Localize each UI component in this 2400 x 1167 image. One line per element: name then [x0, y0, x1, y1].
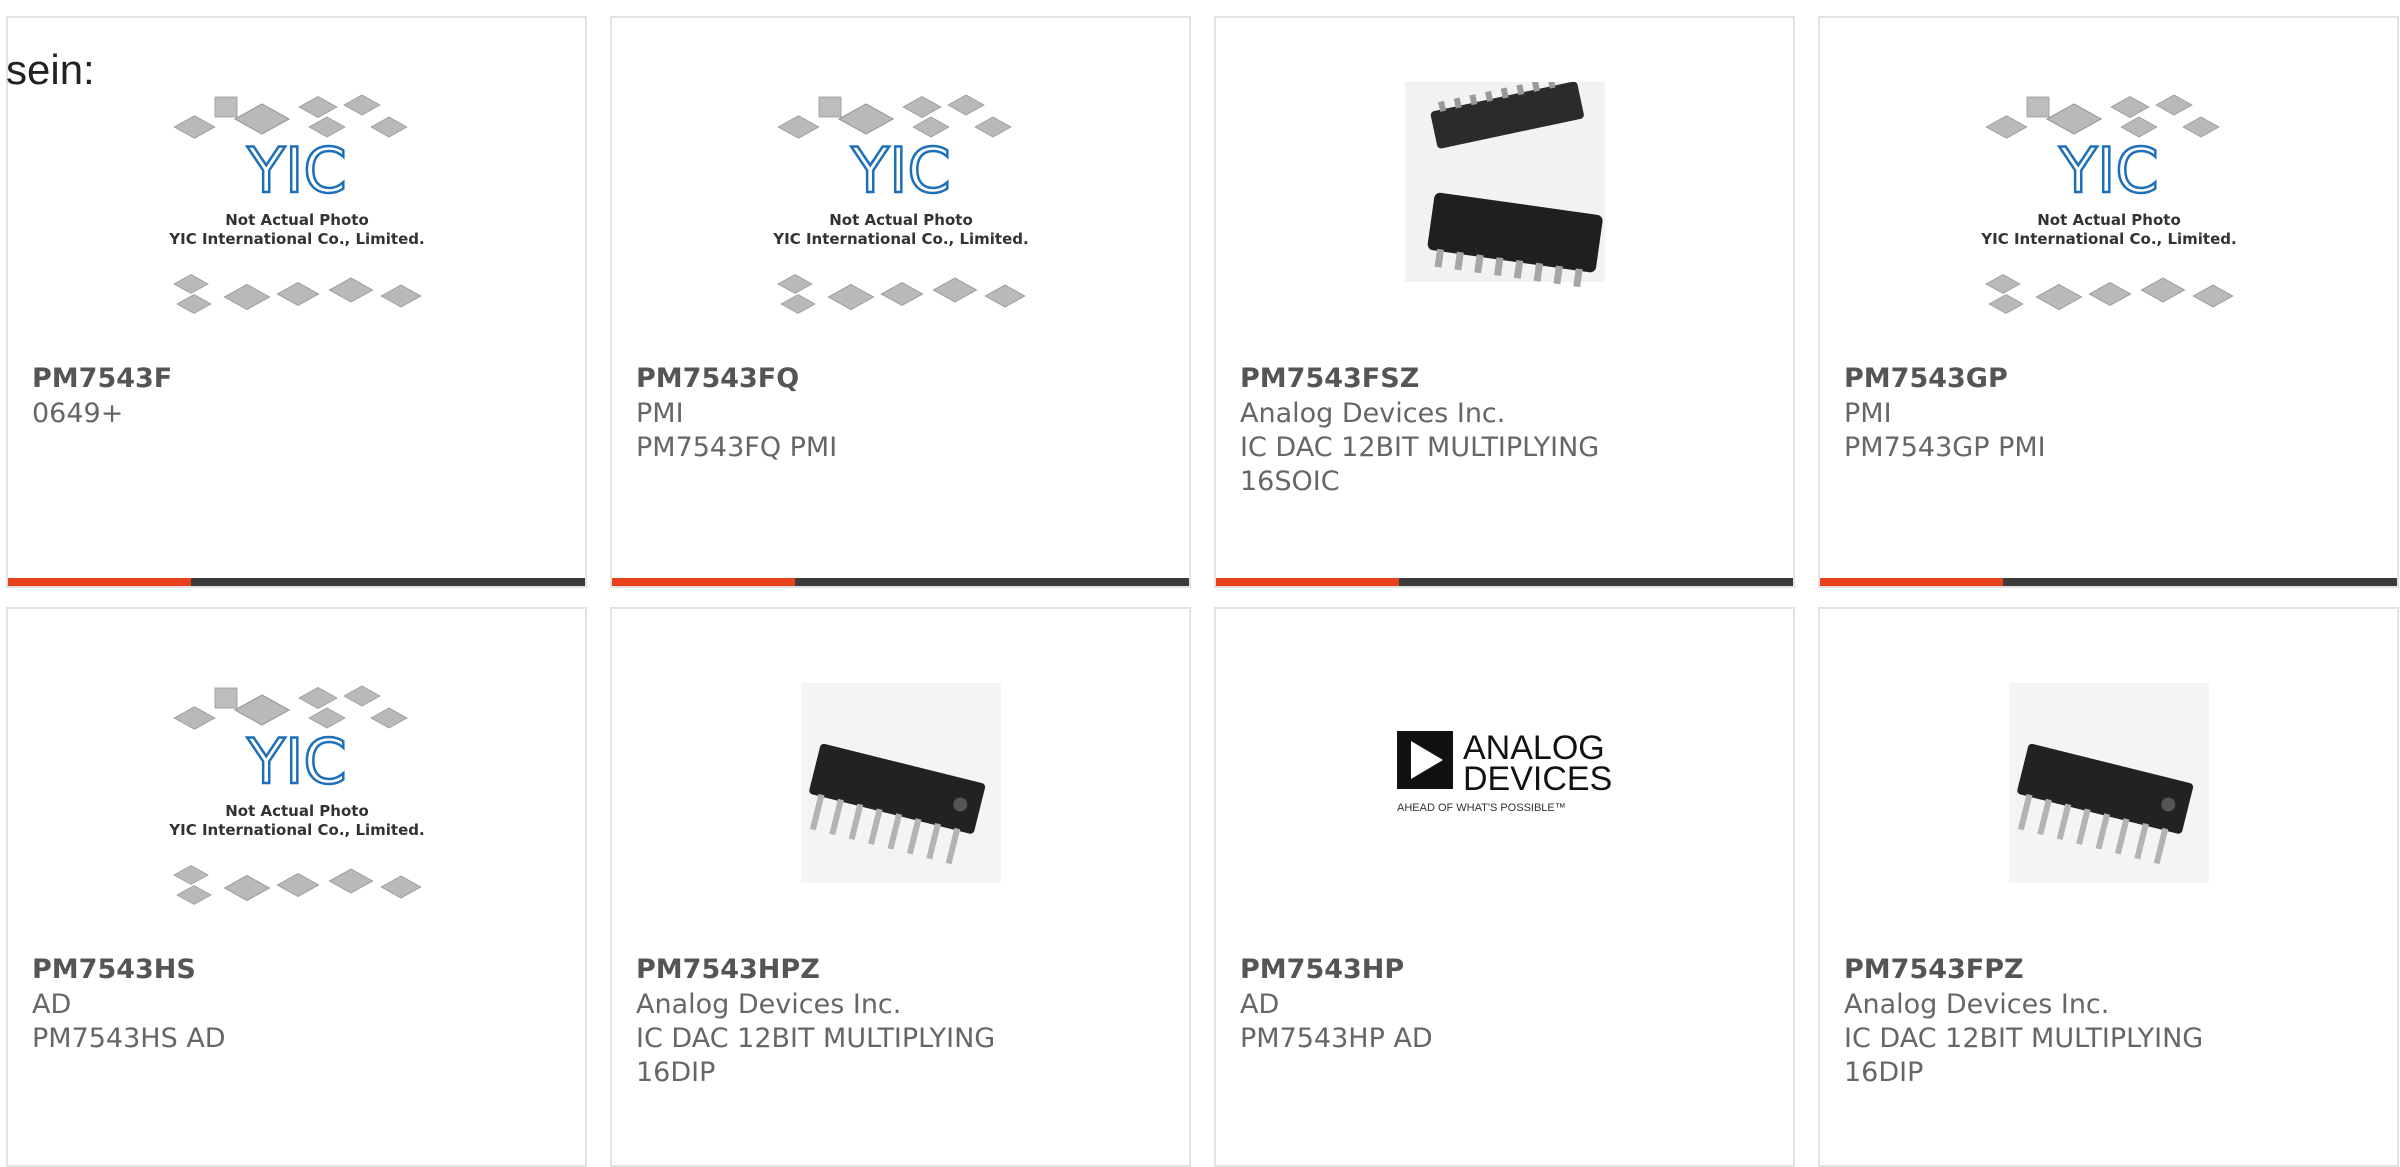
- dip-chip-photo: [751, 673, 1051, 933]
- yic-logo: YIC: [246, 134, 346, 207]
- product-line-2: PM7543HP AD: [1240, 1023, 1433, 1054]
- svg-text:YIC International Co., Limited: YIC International Co., Limited.: [168, 230, 424, 248]
- product-line-2: PM7543HS AD: [32, 1023, 226, 1054]
- analog-devices-logo: ANALOG DEVICES AHEAD OF WHAT'S POSSIBLE™: [1355, 673, 1655, 933]
- yic-placeholder-image: YIC Not Actual Photo YIC International C…: [1959, 82, 2259, 342]
- svg-text:Not Actual Photo: Not Actual Photo: [225, 211, 369, 229]
- svg-text:Not Actual Photo: Not Actual Photo: [225, 802, 369, 820]
- product-line-3: 16DIP: [1844, 1057, 1924, 1088]
- soic-chip-photo: [1355, 82, 1655, 342]
- product-line-1: Analog Devices Inc.: [636, 989, 902, 1020]
- product-card[interactable]: YIC Not Actual Photo YIC International C…: [6, 16, 587, 588]
- product-card[interactable]: ANALOG DEVICES AHEAD OF WHAT'S POSSIBLE™…: [1214, 607, 1795, 1167]
- product-line-1: PMI: [636, 398, 684, 429]
- product-name[interactable]: PM7543HPZ: [636, 953, 820, 987]
- card-accent-bar: [1216, 578, 1793, 586]
- product-card[interactable]: YIC Not Actual Photo YIC International C…: [610, 16, 1191, 588]
- product-line-1: PMI: [1844, 398, 1892, 429]
- product-line-1: 0649+: [32, 398, 124, 429]
- product-card[interactable]: PM7543FPZ Analog Devices Inc. IC DAC 12B…: [1818, 607, 2399, 1167]
- svg-text:YIC International Co., Limited: YIC International Co., Limited.: [168, 821, 424, 839]
- product-line-3: 16SOIC: [1240, 466, 1340, 497]
- product-name[interactable]: PM7543F: [32, 362, 172, 396]
- product-line-1: Analog Devices Inc.: [1844, 989, 2110, 1020]
- product-line-2: IC DAC 12BIT MULTIPLYING: [1844, 1023, 2204, 1054]
- dip-chip-photo: [1959, 673, 2259, 933]
- product-line-2: PM7543FQ PMI: [636, 432, 838, 463]
- product-name[interactable]: PM7543FPZ: [1844, 953, 2024, 987]
- product-name[interactable]: PM7543HP: [1240, 953, 1404, 987]
- svg-text:AHEAD OF WHAT'S POSSIBLE™: AHEAD OF WHAT'S POSSIBLE™: [1397, 802, 1566, 814]
- yic-placeholder-image: YIC Not Actual Photo YIC International C…: [147, 82, 447, 342]
- yic-logo: YIC: [246, 725, 346, 798]
- product-card[interactable]: YIC Not Actual Photo YIC International C…: [6, 607, 587, 1167]
- product-line-1: AD: [32, 989, 72, 1020]
- svg-text:YIC International Co., Limited: YIC International Co., Limited.: [772, 230, 1028, 248]
- svg-text:DEVICES: DEVICES: [1463, 760, 1612, 798]
- card-accent-bar: [8, 578, 585, 586]
- product-card[interactable]: PM7543HPZ Analog Devices Inc. IC DAC 12B…: [610, 607, 1191, 1167]
- product-name[interactable]: PM7543FSZ: [1240, 362, 1419, 396]
- svg-text:Not Actual Photo: Not Actual Photo: [829, 211, 973, 229]
- svg-text:Not Actual Photo: Not Actual Photo: [2037, 211, 2181, 229]
- product-line-2: IC DAC 12BIT MULTIPLYING: [1240, 432, 1600, 463]
- product-card[interactable]: YIC Not Actual Photo YIC International C…: [1818, 16, 2399, 588]
- yic-logo: YIC: [850, 134, 950, 207]
- intro-text: sein:: [6, 46, 95, 93]
- product-card[interactable]: PM7543FSZ Analog Devices Inc. IC DAC 12B…: [1214, 16, 1795, 588]
- yic-placeholder-image: YIC Not Actual Photo YIC International C…: [751, 82, 1051, 342]
- yic-logo: YIC: [2058, 134, 2158, 207]
- svg-text:YIC International Co., Limited: YIC International Co., Limited.: [1980, 230, 2236, 248]
- product-line-2: IC DAC 12BIT MULTIPLYING: [636, 1023, 996, 1054]
- product-line-3: 16DIP: [636, 1057, 716, 1088]
- card-accent-bar: [1820, 578, 2397, 586]
- product-name[interactable]: PM7543HS: [32, 953, 196, 987]
- yic-placeholder-image: YIC Not Actual Photo YIC International C…: [147, 673, 447, 933]
- product-line-1: AD: [1240, 989, 1280, 1020]
- card-accent-bar: [612, 578, 1189, 586]
- product-name[interactable]: PM7543GP: [1844, 362, 2008, 396]
- product-line-1: Analog Devices Inc.: [1240, 398, 1506, 429]
- product-line-2: PM7543GP PMI: [1844, 432, 2046, 463]
- product-name[interactable]: PM7543FQ: [636, 362, 799, 396]
